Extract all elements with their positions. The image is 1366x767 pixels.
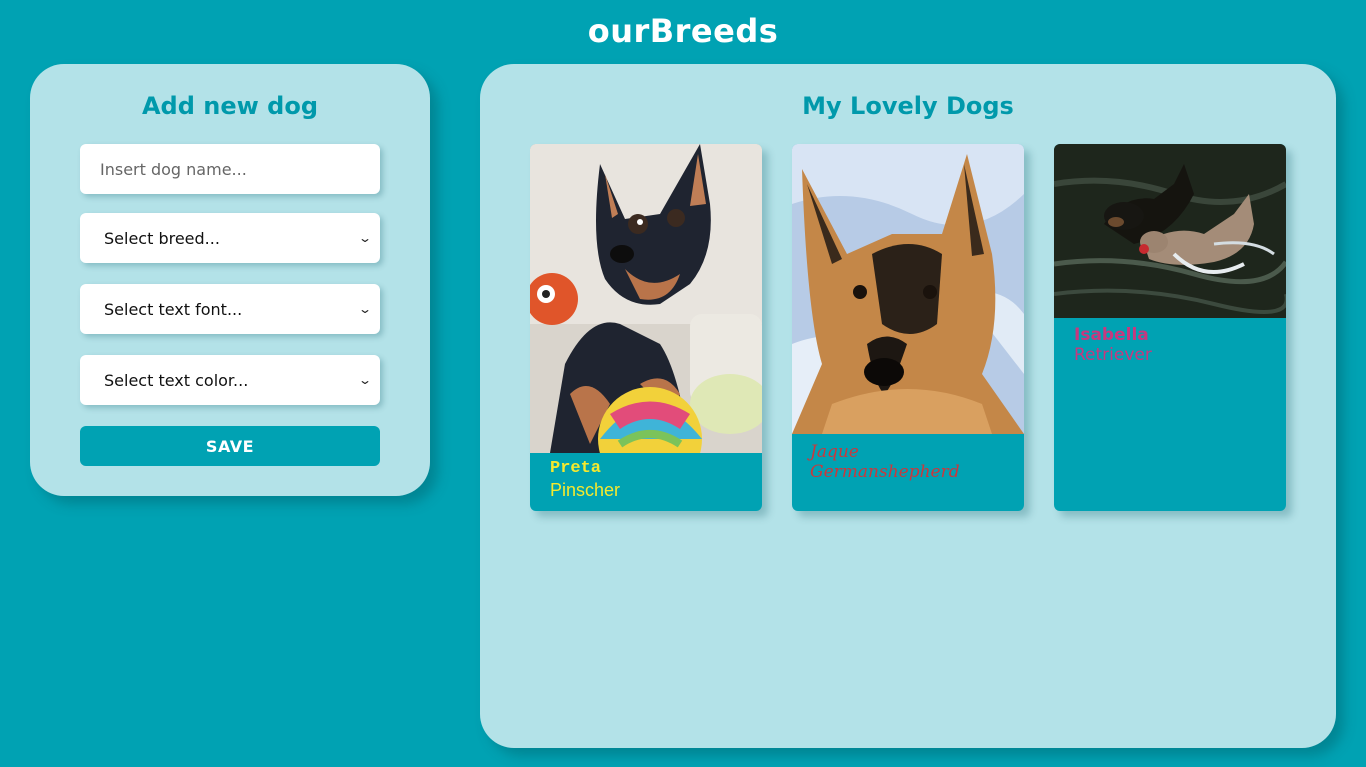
font-select[interactable]: Select text font... ⌄ xyxy=(80,284,380,334)
save-button[interactable]: SAVE xyxy=(80,426,380,466)
add-dog-title: Add new dog xyxy=(141,92,319,120)
dog-name: Preta xyxy=(550,459,602,478)
chevron-down-icon: ⌄ xyxy=(357,373,373,387)
app-title: ourBreeds xyxy=(587,12,779,50)
dog-photo xyxy=(530,144,762,453)
breed-select[interactable]: Select breed... ⌄ xyxy=(80,213,380,263)
dog-breed: Germanshepherd xyxy=(810,462,960,482)
color-select-value: Select text color... xyxy=(104,370,249,390)
breed-select-value: Select breed... xyxy=(104,228,220,248)
dogs-title: My Lovely Dogs xyxy=(802,92,1014,120)
add-dog-panel: Add new dog Select breed... ⌄ Select tex… xyxy=(30,64,430,496)
color-select[interactable]: Select text color... ⌄ xyxy=(80,355,380,405)
dog-photo xyxy=(1054,144,1286,318)
dog-name-input[interactable] xyxy=(80,144,380,194)
dog-breed: Pinscher xyxy=(550,480,621,500)
dog-name: Isabella xyxy=(1074,325,1149,345)
dog-name: Jaque xyxy=(810,442,859,462)
dog-card[interactable]: Jaque Germanshepherd xyxy=(792,144,1024,511)
dog-breed: Retriever xyxy=(1074,345,1152,365)
chevron-down-icon: ⌄ xyxy=(357,302,373,316)
dog-photo xyxy=(792,144,1024,434)
dog-card[interactable]: Isabella Retriever xyxy=(1054,144,1286,511)
chevron-down-icon: ⌄ xyxy=(357,231,373,245)
dog-card[interactable]: Preta Pinscher xyxy=(530,144,762,511)
dogs-panel: My Lovely Dogs Preta Pinscher Jaque Germ… xyxy=(480,64,1336,748)
font-select-value: Select text font... xyxy=(104,299,243,319)
